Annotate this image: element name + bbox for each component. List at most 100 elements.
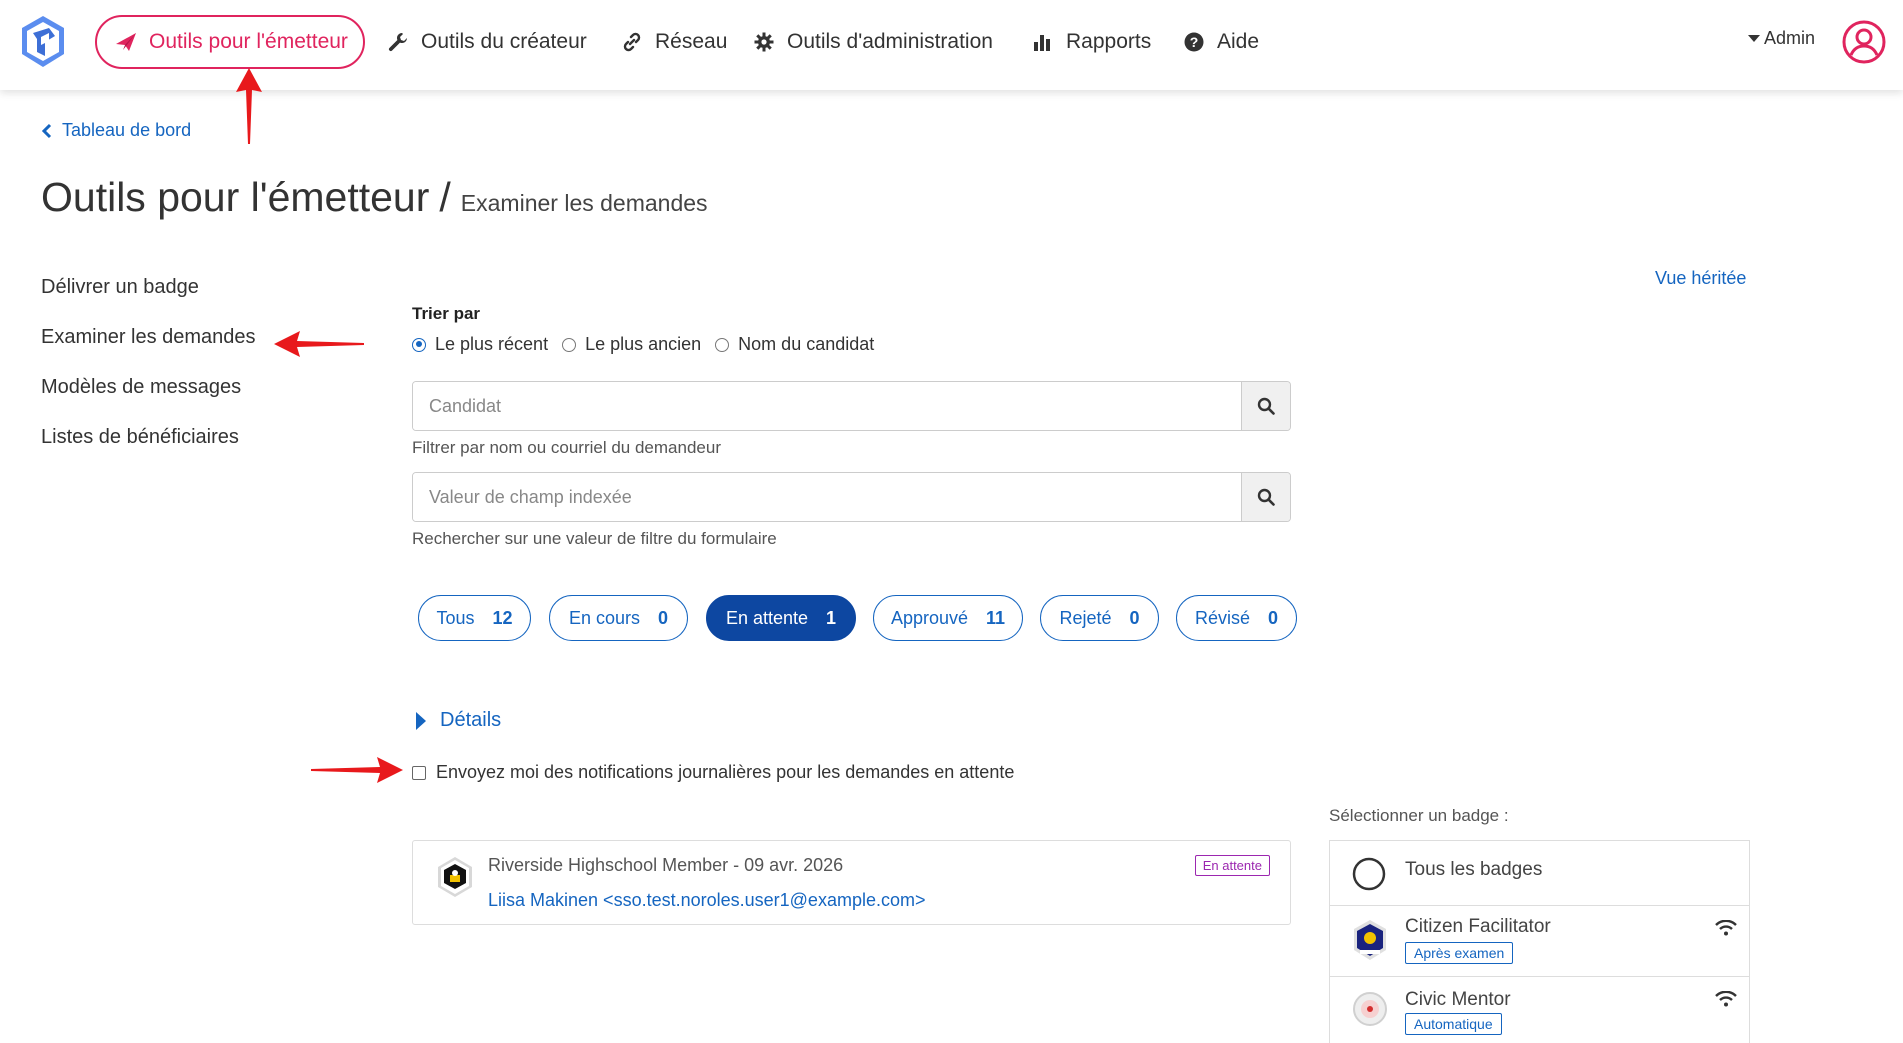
indexed-field-search-input[interactable] [413, 473, 1241, 521]
request-title: Riverside Highschool Member - 09 avr. 20… [488, 855, 844, 875]
legacy-view-link[interactable]: Vue héritée [1655, 268, 1746, 289]
status-filter-label: Approuvé [890, 607, 969, 628]
badge-image [438, 857, 472, 897]
sort-option-newest[interactable]: Le plus récent [412, 334, 548, 355]
back-to-dashboard-link[interactable]: Tableau de bord [42, 120, 191, 141]
badge-selector-label: Sélectionner un badge : [1329, 806, 1509, 825]
status-filter-label: Rejeté [1059, 607, 1112, 628]
wifi-icon [1715, 920, 1737, 936]
link-icon [621, 31, 643, 53]
avatar-icon[interactable] [1842, 20, 1886, 64]
search-icon [1257, 397, 1275, 415]
nav-admin-tools[interactable]: Outils d'administration [753, 0, 993, 84]
request-card[interactable]: Riverside Highschool Member - 09 avr. 20… [412, 840, 1291, 925]
status-filter-pending[interactable]: En attente 1 [706, 595, 856, 641]
candidate-search-help: Filtrer par nom ou courriel du demandeur [412, 438, 721, 457]
status-filter-label: Tous [436, 607, 475, 628]
status-filter-count: 12 [492, 607, 513, 628]
sort-option-oldest[interactable]: Le plus ancien [562, 334, 701, 355]
nav-issuer-tools-label: Outils pour l'émetteur [149, 30, 348, 53]
badge-name: Civic Mentor [1405, 989, 1511, 1010]
status-filter-count: 11 [986, 607, 1006, 628]
wifi-icon [1715, 991, 1737, 1007]
user-menu-label: Admin [1764, 28, 1816, 48]
page-title: Outils pour l'émetteur / Examiner les dema… [41, 174, 708, 221]
caret-down-icon [1748, 35, 1760, 42]
nav-admin-tools-label: Outils d'administration [787, 30, 993, 53]
user-menu[interactable]: Admin [1748, 28, 1815, 49]
radio-icon[interactable] [562, 337, 577, 352]
radio-circle-icon [1352, 857, 1386, 891]
nav-network[interactable]: Réseau [621, 0, 727, 84]
status-filter-label: En attente [725, 607, 809, 628]
status-filter-rejected[interactable]: Rejeté 0 [1040, 595, 1159, 641]
sort-label: Trier par [412, 304, 481, 323]
badge-option-all[interactable]: Tous les badges [1330, 841, 1749, 906]
candidate-search-button[interactable] [1241, 382, 1290, 430]
badge-name: Citizen Facilitator [1405, 916, 1551, 937]
request-applicant-link[interactable]: Liisa Makinen <sso.test.noroles.user1@ex… [488, 890, 925, 911]
title-separator: / [439, 174, 451, 220]
indexed-field-search-help: Rechercher sur une valeur de filtre du f… [412, 529, 777, 548]
status-filter-count: 0 [658, 607, 669, 628]
sort-option-label: Le plus ancien [585, 334, 702, 354]
candidate-search [412, 381, 1291, 431]
annotation-arrow-up [236, 68, 262, 144]
sort-option-label: Le plus récent [435, 334, 549, 354]
badge-option-label: Tous les badges [1405, 859, 1543, 880]
status-filter-in-progress[interactable]: En cours 0 [549, 595, 688, 641]
badge-option-civic-mentor[interactable]: Civic Mentor Automatique [1330, 977, 1749, 1043]
sidebar-item-issue-badge[interactable]: Délivrer un badge [41, 276, 199, 299]
status-filter-count: 0 [1129, 607, 1140, 628]
status-filter-count: 0 [1268, 607, 1279, 628]
badge-image [1354, 920, 1386, 960]
status-filter-revised[interactable]: Révisé 0 [1176, 595, 1297, 641]
indexed-field-search-button[interactable] [1241, 473, 1290, 521]
radio-selected-icon[interactable] [412, 337, 426, 352]
top-navigation-bar: Outils pour l'émetteur Outils du créateu… [0, 0, 1903, 90]
page-subtitle: Examiner les demandes [460, 190, 708, 216]
annotation-arrow-right [311, 757, 403, 783]
gear-icon [753, 31, 775, 53]
caret-right-icon [416, 711, 426, 730]
app-logo[interactable] [19, 14, 67, 70]
sort-option-candidate-name[interactable]: Nom du candidat [715, 334, 874, 355]
chevron-left-icon [42, 123, 52, 139]
nav-reports[interactable]: Rapports [1032, 0, 1151, 84]
badge-review-tag: Après examen [1405, 942, 1514, 964]
details-label: Détails [440, 709, 502, 731]
paper-plane-icon [115, 32, 137, 52]
badge-selector-list: Tous les badges Citizen Facilitator Aprè… [1329, 840, 1750, 1043]
nav-issuer-tools[interactable]: Outils pour l'émetteur [95, 15, 365, 69]
nav-help[interactable]: ? Aide [1183, 0, 1259, 84]
sidebar-item-recipient-lists[interactable]: Listes de bénéficiaires [41, 426, 239, 449]
radio-icon[interactable] [715, 337, 730, 352]
status-badge: En attente [1194, 855, 1270, 876]
nav-creator-tools-label: Outils du créateur [421, 30, 587, 53]
annotation-arrow-left [274, 331, 364, 357]
status-filter-count: 1 [826, 607, 837, 628]
daily-notification-checkbox[interactable] [412, 765, 426, 780]
nav-network-label: Réseau [655, 30, 728, 53]
nav-reports-label: Rapports [1066, 30, 1152, 53]
candidate-search-input[interactable] [413, 382, 1241, 430]
sidebar-item-review-requests[interactable]: Examiner les demandes [41, 326, 256, 349]
page-title-main: Outils pour l'émetteur [41, 174, 430, 220]
details-toggle[interactable]: Détails [416, 709, 501, 732]
bar-chart-icon [1032, 31, 1054, 53]
wrench-icon [387, 31, 409, 53]
question-circle-icon: ? [1183, 31, 1205, 53]
status-filter-all[interactable]: Tous 12 [418, 595, 531, 641]
sort-options: Le plus récent Le plus ancien Nom du can… [412, 334, 888, 355]
nav-creator-tools[interactable]: Outils du créateur [387, 0, 587, 84]
search-icon [1257, 488, 1275, 506]
sort-option-label: Nom du candidat [738, 334, 875, 354]
daily-notification-option[interactable]: Envoyez moi des notifications journalièr… [412, 762, 1014, 783]
status-filter-approved[interactable]: Approuvé 11 [873, 595, 1023, 641]
sidebar-item-message-templates[interactable]: Modèles de messages [41, 376, 241, 399]
status-filter-label: En cours [568, 607, 641, 628]
badge-option-citizen-facilitator[interactable]: Citizen Facilitator Après examen [1330, 906, 1749, 977]
badge-image [1353, 992, 1387, 1026]
status-filter-label: Révisé [1194, 607, 1250, 628]
indexed-field-search [412, 472, 1291, 522]
